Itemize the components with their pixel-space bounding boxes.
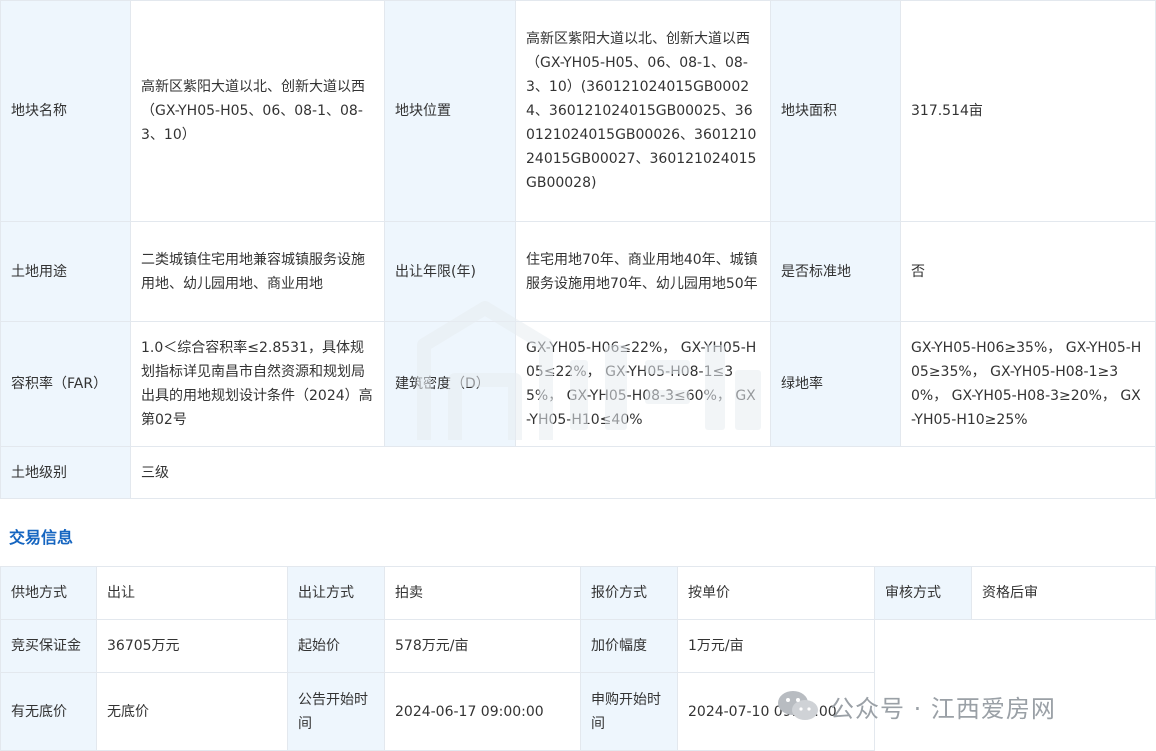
empty-cell [874, 619, 1156, 673]
table-row: 土地用途 二类城镇住宅用地兼容城镇服务设施用地、幼儿园用地、商业用地 出让年限(… [0, 221, 1156, 322]
quote-method-label: 报价方式 [580, 566, 678, 620]
table-row: 有无底价 无底价 公告开始时间 2024-06-17 09:00:00 申购开始… [0, 672, 1156, 751]
quote-method-value: 按单价 [677, 566, 875, 620]
trade-info-table: 供地方式 出让 出让方式 拍卖 报价方式 按单价 审核方式 资格后审 竞买保证金… [0, 566, 1156, 751]
land-area-value: 317.514亩 [900, 0, 1156, 222]
deposit-value: 36705万元 [96, 619, 288, 673]
trade-info-title: 交易信息 [9, 528, 74, 547]
land-use-value: 二类城镇住宅用地兼容城镇服务设施用地、幼儿园用地、商业用地 [130, 221, 385, 322]
supply-method-value: 出让 [96, 566, 288, 620]
table-row: 容积率（FAR） 1.0＜综合容积率≤2.8531，具体规划指标详见南昌市自然资… [0, 321, 1156, 447]
start-price-value: 578万元/亩 [384, 619, 581, 673]
land-grade-value: 三级 [130, 446, 1156, 499]
land-detail-page: 地块名称 高新区紫阳大道以北、创新大道以西（GX-YH05-H05、06、08-… [0, 0, 1156, 751]
far-label: 容积率（FAR） [0, 321, 131, 447]
price-increment-label: 加价幅度 [580, 619, 678, 673]
price-increment-value: 1万元/亩 [677, 619, 875, 673]
land-location-value: 高新区紫阳大道以北、创新大道以西（GX-YH05-H05、06、08-1、08-… [515, 0, 771, 222]
reserve-price-label: 有无底价 [0, 672, 97, 751]
review-method-label: 审核方式 [874, 566, 972, 620]
far-value: 1.0＜综合容积率≤2.8531，具体规划指标详见南昌市自然资源和规划局出具的用… [130, 321, 385, 447]
land-use-label: 土地用途 [0, 221, 131, 322]
supply-method-label: 供地方式 [0, 566, 97, 620]
land-location-label: 地块位置 [384, 0, 516, 222]
reserve-price-value: 无底价 [96, 672, 288, 751]
transfer-method-label: 出让方式 [287, 566, 385, 620]
land-term-value: 住宅用地70年、商业用地40年、城镇服务设施用地70年、幼儿园用地50年 [515, 221, 771, 322]
land-grade-label: 土地级别 [0, 446, 131, 499]
table-row: 地块名称 高新区紫阳大道以北、创新大道以西（GX-YH05-H05、06、08-… [0, 0, 1156, 222]
start-price-label: 起始价 [287, 619, 385, 673]
empty-cell [874, 672, 1156, 751]
standard-land-value: 否 [900, 221, 1156, 322]
apply-start-label: 申购开始时间 [580, 672, 678, 751]
land-area-label: 地块面积 [770, 0, 901, 222]
building-density-label: 建筑密度（D） [384, 321, 516, 447]
table-row: 竞买保证金 36705万元 起始价 578万元/亩 加价幅度 1万元/亩 [0, 619, 1156, 673]
land-term-label: 出让年限(年) [384, 221, 516, 322]
land-name-label: 地块名称 [0, 0, 131, 222]
land-name-value: 高新区紫阳大道以北、创新大道以西（GX-YH05-H05、06、08-1、08-… [130, 0, 385, 222]
deposit-label: 竞买保证金 [0, 619, 97, 673]
standard-land-label: 是否标准地 [770, 221, 901, 322]
notice-start-label: 公告开始时间 [287, 672, 385, 751]
table-row: 供地方式 出让 出让方式 拍卖 报价方式 按单价 审核方式 资格后审 [0, 566, 1156, 620]
green-rate-value: GX-YH05-H06≥35%， GX-YH05-H05≥35%， GX-YH0… [900, 321, 1156, 447]
land-info-table: 地块名称 高新区紫阳大道以北、创新大道以西（GX-YH05-H05、06、08-… [0, 0, 1156, 499]
transfer-method-value: 拍卖 [384, 566, 581, 620]
review-method-value: 资格后审 [971, 566, 1156, 620]
apply-start-value: 2024-07-10 09:00:00 [677, 672, 875, 751]
green-rate-label: 绿地率 [770, 321, 901, 447]
building-density-value: GX-YH05-H06≤22%， GX-YH05-H05≤22%， GX-YH0… [515, 321, 771, 447]
notice-start-value: 2024-06-17 09:00:00 [384, 672, 581, 751]
table-row: 土地级别 三级 [0, 446, 1156, 499]
